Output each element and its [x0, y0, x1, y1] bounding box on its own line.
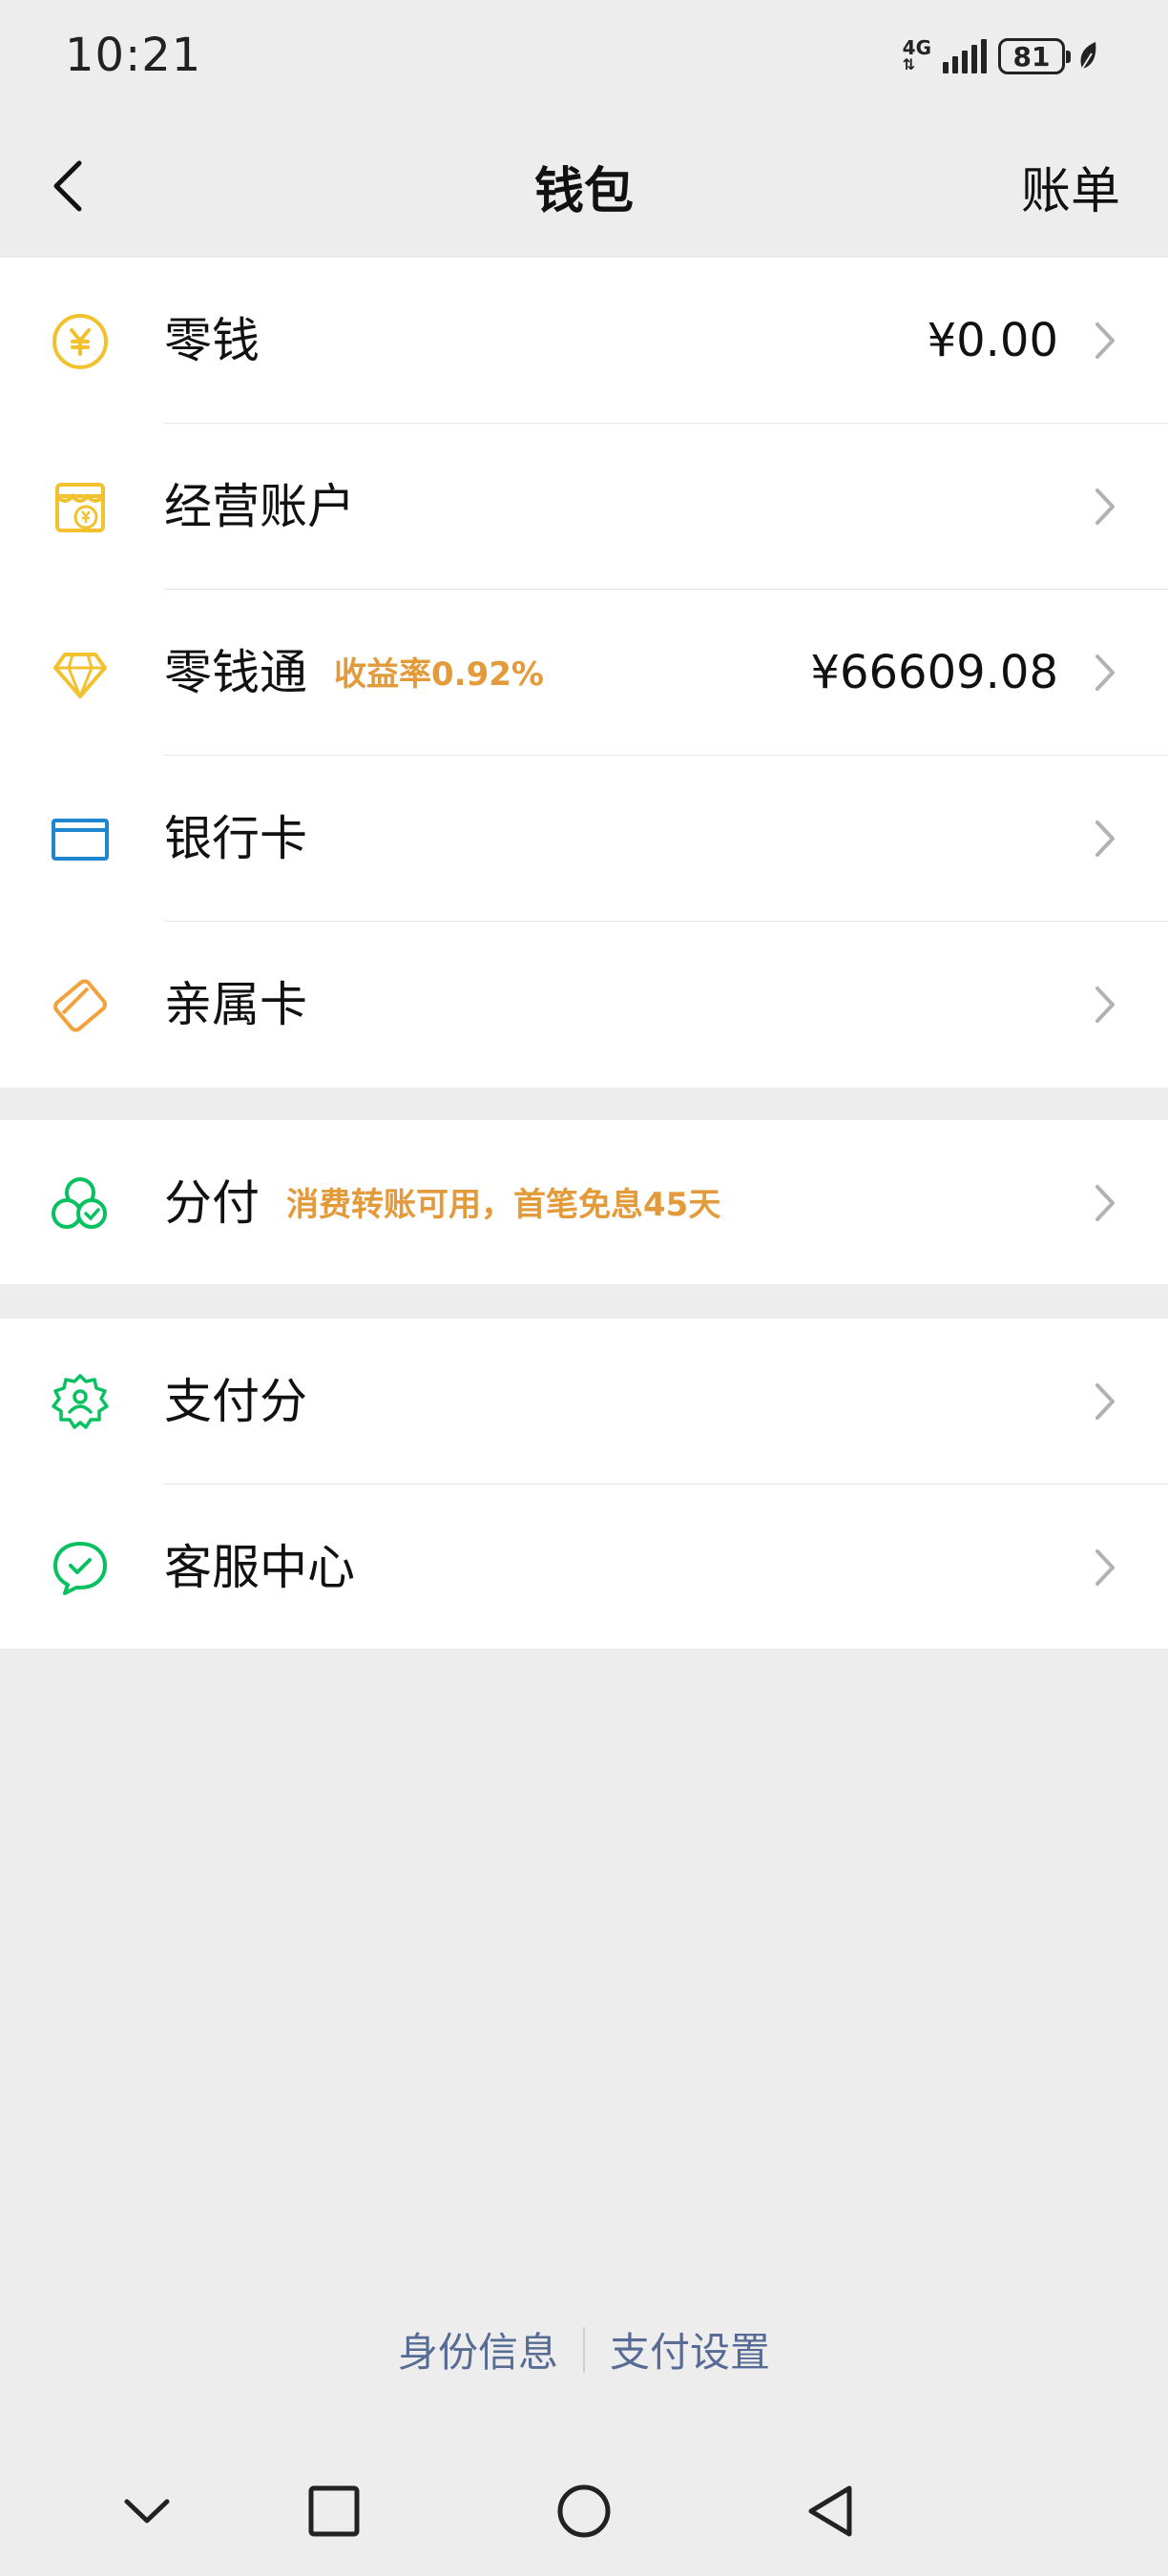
diamond-icon: [50, 643, 111, 704]
circle-icon: [557, 2484, 611, 2538]
footer-links: 身份信息 支付设置: [0, 2320, 1168, 2379]
row-label: 客服中心: [164, 1540, 355, 1595]
status-time: 10:21: [65, 29, 202, 82]
row-label: 分付: [164, 1175, 260, 1231]
family-card-icon: [50, 975, 111, 1036]
row-label: 经营账户: [164, 479, 355, 534]
signal-icon: [943, 39, 987, 73]
row-label: 亲属卡: [164, 977, 307, 1032]
network-indicator: 4G ⇅: [902, 36, 931, 73]
shop-account-icon: [50, 477, 111, 538]
row-change[interactable]: 零钱 ¥0.00: [0, 258, 1168, 424]
recent-apps-button[interactable]: [296, 2473, 372, 2549]
chevron-right-icon: [1095, 1549, 1115, 1586]
chevron-right-icon: [1095, 821, 1115, 857]
chevron-right-icon: [1095, 488, 1115, 525]
triangle-back-icon: [808, 2485, 852, 2537]
row-family-card[interactable]: 亲属卡: [0, 922, 1168, 1088]
row-label-with-tag: 分付 消费转账可用，首笔免息45天: [164, 1174, 720, 1235]
battery-level: 81: [1012, 40, 1051, 73]
row-business-account[interactable]: 经营账户: [0, 424, 1168, 590]
fenfu-icon: [50, 1174, 111, 1235]
row-lingqiantong[interactable]: 零钱通 收益率0.92% ¥66609.08: [0, 590, 1168, 756]
battery-icon: 81: [998, 38, 1071, 74]
wallet-group-services: 支付分 客服中心: [0, 1319, 1168, 1649]
footer-separator: [583, 2326, 585, 2373]
row-label: 银行卡: [164, 811, 307, 866]
pay-score-icon: [50, 1372, 111, 1433]
row-value: ¥66609.08: [810, 646, 1058, 699]
system-back-button[interactable]: [792, 2473, 868, 2549]
row-customer-service[interactable]: 客服中心: [0, 1485, 1168, 1649]
row-pay-score[interactable]: 支付分: [0, 1319, 1168, 1485]
chevron-right-icon: [1095, 1383, 1115, 1420]
chevron-right-icon: [1095, 1185, 1115, 1221]
row-bank-card[interactable]: 银行卡: [0, 756, 1168, 922]
bank-card-icon: [50, 809, 111, 870]
status-icons: 4G ⇅ 81: [903, 34, 1101, 78]
identity-info-link[interactable]: 身份信息: [398, 2320, 558, 2379]
page-title: 钱包: [533, 163, 634, 220]
coin-yen-icon: [50, 311, 111, 372]
row-fenfu[interactable]: 分付 消费转账可用，首笔免息45天: [0, 1120, 1168, 1284]
row-value: ¥0.00: [927, 314, 1058, 367]
payment-settings-link[interactable]: 支付设置: [610, 2320, 770, 2379]
network-label: 4G: [902, 36, 931, 59]
chevron-right-icon: [1095, 322, 1115, 359]
system-navigation-bar: [0, 2452, 1168, 2576]
wallet-group-funds: 零钱 ¥0.00 经营账户 零钱通 收益率0.92% ¥66609.08 银行卡…: [0, 258, 1168, 1088]
row-label: 零钱通: [164, 645, 307, 700]
chevron-right-icon: [1095, 987, 1115, 1023]
home-button[interactable]: [546, 2473, 622, 2549]
customer-service-icon: [50, 1538, 111, 1599]
chevron-right-icon: [1095, 654, 1115, 691]
wallet-group-credit: 分付 消费转账可用，首笔免息45天: [0, 1120, 1168, 1284]
status-bar: 10:21 4G ⇅ 81: [0, 0, 1168, 114]
power-saving-leaf-icon: [1080, 42, 1096, 70]
navigation-bar: 钱包 账单: [0, 114, 1168, 258]
row-label: 零钱: [164, 313, 260, 368]
yield-rate-tag: 收益率0.92%: [334, 655, 544, 694]
chevron-down-icon: [124, 2499, 170, 2524]
promo-tag: 消费转账可用，首笔免息45天: [286, 1186, 721, 1224]
hide-keyboard-button[interactable]: [109, 2473, 185, 2549]
square-icon: [308, 2485, 360, 2537]
data-arrows-icon: ⇅: [902, 55, 916, 73]
bill-button[interactable]: 账单: [1021, 151, 1120, 222]
row-label: 支付分: [164, 1374, 307, 1429]
row-label-with-tag: 零钱通 收益率0.92%: [164, 643, 544, 704]
